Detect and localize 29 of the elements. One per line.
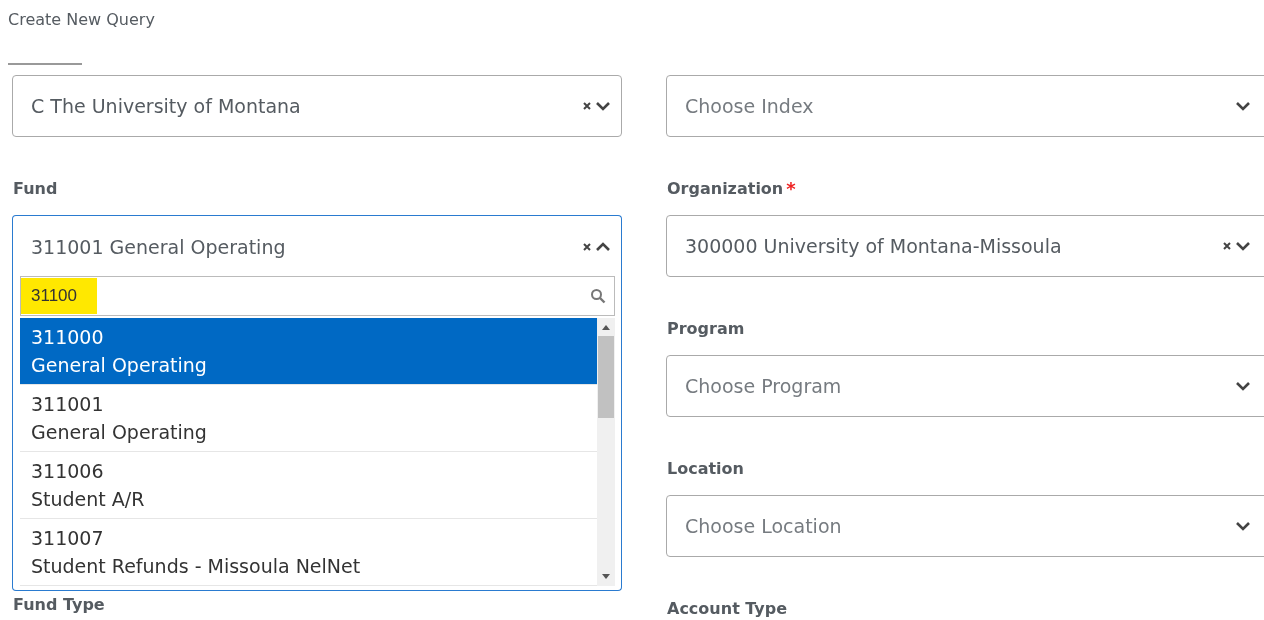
search-field[interactable]: 31100 [20, 276, 615, 316]
field-label: Account Type [667, 598, 788, 620]
required-asterisk: * [786, 177, 796, 201]
chevron-down-icon[interactable] [1235, 101, 1251, 111]
search-icon[interactable] [590, 288, 606, 304]
field-label: Fund Type [13, 594, 105, 616]
field-label: Organization [667, 178, 784, 200]
field-label: Location [667, 458, 744, 480]
select-field[interactable]: Choose Index [666, 75, 1264, 137]
field-label: Program [667, 318, 745, 340]
select-field[interactable]: Choose Program [666, 355, 1264, 417]
scroll-down-icon[interactable] [601, 574, 611, 580]
select-field[interactable]: Choose Location [666, 495, 1264, 557]
chevron-down-icon[interactable] [1235, 241, 1251, 251]
clear-icon[interactable] [1222, 241, 1232, 251]
scroll-up-icon[interactable] [601, 324, 611, 330]
chevron-down-icon[interactable] [1235, 521, 1251, 531]
select-field[interactable]: 300000 University of Montana-Missoula [666, 215, 1264, 277]
clear-icon[interactable] [582, 241, 592, 252]
select-field[interactable]: C The University of Montana [12, 75, 622, 137]
field-label: Fund [13, 178, 58, 200]
clear-icon[interactable] [582, 101, 592, 111]
chevron-up-icon[interactable] [595, 241, 611, 252]
page-title: Create New Query [8, 9, 156, 31]
dropdown-option[interactable]: 311000 General Operating [20, 318, 597, 385]
chevron-down-icon[interactable] [1235, 381, 1251, 391]
scrollbar[interactable] [597, 318, 615, 586]
chevron-down-icon[interactable] [595, 101, 611, 111]
select-field[interactable]: 311001 General Operating [12, 215, 622, 277]
